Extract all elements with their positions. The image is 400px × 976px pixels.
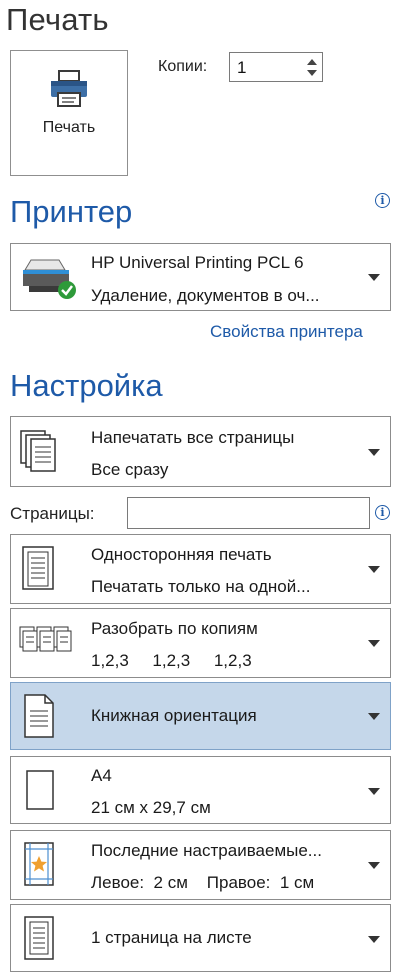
printer-title: Принтер <box>10 194 133 229</box>
printer-status: Удаление, документов в оч... <box>91 286 320 305</box>
print-button[interactable]: Печать <box>10 50 128 176</box>
paper-size-label: A4 <box>91 766 112 785</box>
chevron-down-icon <box>368 449 380 456</box>
chevron-down-icon <box>368 713 380 720</box>
one-sided-icon <box>22 546 54 590</box>
copies-value: 1 <box>237 58 247 77</box>
portrait-orientation-icon <box>24 694 54 738</box>
paper-size-icon <box>26 770 54 810</box>
printer-icon <box>51 70 87 107</box>
chevron-down-icon <box>368 274 380 281</box>
paper-size-sub: 21 см х 29,7 см <box>91 798 211 817</box>
printer-name: HP Universal Printing PCL 6 <box>91 253 304 272</box>
printer-select[interactable]: HP Universal Printing PCL 6 Удаление, до… <box>10 243 391 311</box>
chevron-down-icon <box>368 566 380 573</box>
print-button-label: Печать <box>42 119 96 136</box>
print-title: Печать <box>6 2 109 37</box>
pages-per-sheet-select[interactable]: 1 страница на листе <box>10 904 391 972</box>
collate-sub: 1,2,3 1,2,3 1,2,3 <box>91 651 252 670</box>
margins-select[interactable]: Последние настраиваемые... Левое: 2 см П… <box>10 830 391 900</box>
pages-input[interactable] <box>127 497 370 529</box>
duplex-sub: Печатать только на одной... <box>91 577 311 596</box>
print-range-label: Напечатать все страницы <box>91 428 295 447</box>
chevron-down-icon <box>368 640 380 647</box>
orientation-label: Книжная ориентация <box>91 706 257 725</box>
duplex-select[interactable]: Односторонняя печать Печатать только на … <box>10 534 391 604</box>
pages-per-sheet-label: 1 страница на листе <box>91 928 252 947</box>
margins-label: Последние настраиваемые... <box>91 841 322 860</box>
orientation-select[interactable]: Книжная ориентация <box>10 682 391 750</box>
pages-per-sheet-icon <box>24 916 54 960</box>
margins-sub: Левое: 2 см Правое: 1 см <box>91 873 315 892</box>
increment-arrow-icon[interactable] <box>307 59 317 65</box>
collate-icon <box>19 626 72 652</box>
copies-label: Копии: <box>158 58 208 75</box>
print-range-select[interactable]: Напечатать все страницы Все сразу <box>10 416 391 487</box>
print-all-pages-icon <box>20 430 56 472</box>
margins-icon <box>24 842 54 886</box>
collate-select[interactable]: Разобрать по копиям 1,2,3 1,2,3 1,2,3 <box>10 608 391 678</box>
decrement-arrow-icon[interactable] <box>307 70 317 76</box>
copies-stepper[interactable]: 1 <box>229 52 323 82</box>
chevron-down-icon <box>368 862 380 869</box>
pages-label: Страницы: <box>10 504 95 523</box>
collate-label: Разобрать по копиям <box>91 619 258 638</box>
printer-info-icon[interactable]: i <box>375 193 390 208</box>
paper-size-select[interactable]: A4 21 см х 29,7 см <box>10 756 391 824</box>
printer-ready-icon <box>23 259 76 299</box>
printer-properties-link[interactable]: Свойства принтера <box>210 322 363 342</box>
chevron-down-icon <box>368 788 380 795</box>
print-range-sub: Все сразу <box>91 460 169 479</box>
pages-info-icon[interactable]: i <box>375 505 390 520</box>
settings-title: Настройка <box>10 368 163 403</box>
duplex-label: Односторонняя печать <box>91 545 272 564</box>
chevron-down-icon <box>368 936 380 943</box>
